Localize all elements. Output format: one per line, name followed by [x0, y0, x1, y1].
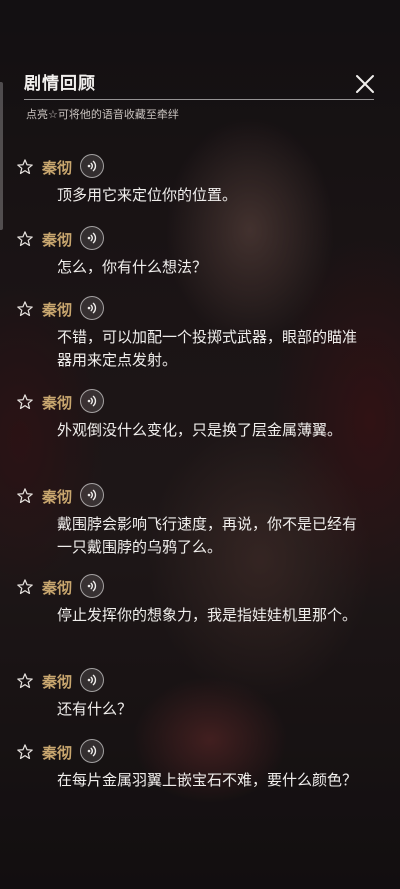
star-outline-icon	[17, 744, 33, 760]
dialogue-text: 不错，可以加配一个投掷式武器，眼部的瞄准器用来定点发射。	[57, 328, 358, 369]
favorite-star-button[interactable]	[16, 672, 34, 690]
dialogue-text: 戴围脖会影响飞行速度，再说，你不是已经有一只戴围脖的乌鸦了么。	[57, 515, 358, 556]
dialogue-text: 还有什么？	[57, 700, 133, 718]
voice-play-icon	[87, 232, 97, 244]
side-handle[interactable]	[0, 82, 3, 230]
dialogue-text: 顶多用它来定位你的位置。	[57, 186, 238, 204]
favorite-star-button[interactable]	[16, 578, 34, 596]
star-outline-icon	[17, 301, 33, 317]
dialogue-text: 在每片金属羽翼上嵌宝石不难，要什么颜色？	[57, 771, 358, 789]
star-outline-icon	[17, 394, 33, 410]
favorite-hint: 点亮☆可将他的语音收藏至牵绊	[26, 108, 179, 121]
play-voice-button[interactable]	[80, 668, 104, 692]
voice-play-icon	[87, 395, 97, 407]
play-voice-button[interactable]	[80, 154, 104, 178]
page-title: 剧情回顾	[24, 74, 96, 94]
favorite-star-button[interactable]	[16, 393, 34, 411]
favorite-star-button[interactable]	[16, 300, 34, 318]
speaker-name: 秦彻	[42, 231, 73, 249]
speaker-name: 秦彻	[42, 394, 73, 412]
star-outline-icon	[17, 231, 33, 247]
header-divider	[24, 99, 374, 100]
voice-play-icon	[87, 674, 97, 686]
play-voice-button[interactable]	[80, 739, 104, 763]
star-outline-icon	[17, 579, 33, 595]
speaker-name: 秦彻	[42, 673, 73, 691]
speaker-name: 秦彻	[42, 159, 73, 177]
speaker-name: 秦彻	[42, 744, 73, 762]
voice-play-icon	[87, 745, 97, 757]
dialogue-text: 外观倒没什么变化，只是换了层金属薄翼。	[57, 421, 343, 439]
play-voice-button[interactable]	[80, 389, 104, 413]
play-voice-button[interactable]	[80, 226, 104, 250]
voice-play-icon	[87, 302, 97, 314]
star-outline-icon	[17, 673, 33, 689]
favorite-star-button[interactable]	[16, 230, 34, 248]
play-voice-button[interactable]	[80, 296, 104, 320]
speaker-name: 秦彻	[42, 579, 73, 597]
speaker-name: 秦彻	[42, 488, 73, 506]
play-voice-button[interactable]	[80, 574, 104, 598]
star-outline-icon	[17, 159, 33, 175]
voice-play-icon	[87, 489, 97, 501]
dialogue-text: 怎么，你有什么想法？	[57, 258, 208, 276]
favorite-star-button[interactable]	[16, 487, 34, 505]
close-button[interactable]	[352, 71, 378, 97]
dialogue-text: 停止发挥你的想象力，我是指娃娃机里那个。	[57, 606, 358, 624]
voice-play-icon	[87, 160, 97, 172]
speaker-name: 秦彻	[42, 301, 73, 319]
voice-play-icon	[87, 580, 97, 592]
close-icon	[356, 75, 374, 93]
favorite-star-button[interactable]	[16, 743, 34, 761]
favorite-star-button[interactable]	[16, 158, 34, 176]
play-voice-button[interactable]	[80, 483, 104, 507]
star-outline-icon	[17, 488, 33, 504]
